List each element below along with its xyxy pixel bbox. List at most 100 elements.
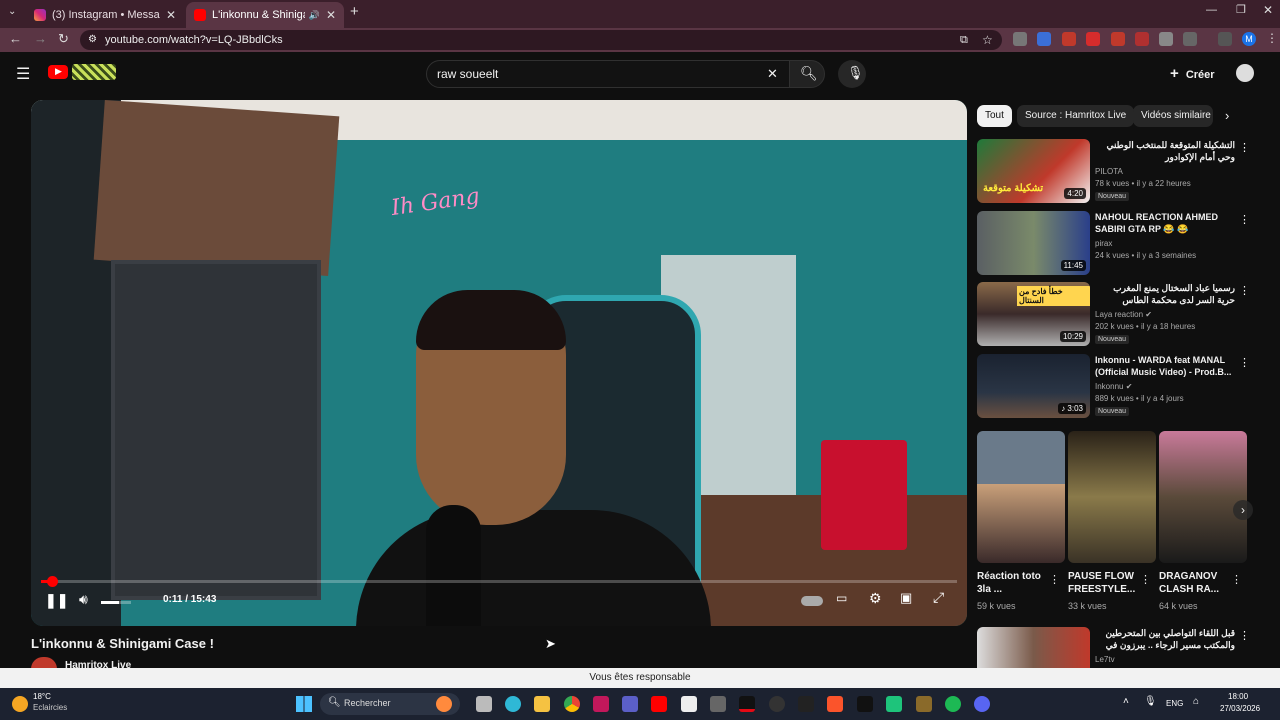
search-button[interactable]: 🔍︎ xyxy=(789,60,825,88)
volume-icon[interactable]: 🔊︎ xyxy=(79,591,88,608)
temperature[interactable]: 18°C xyxy=(33,692,51,701)
short-thumbnail[interactable] xyxy=(1068,431,1156,563)
short-thumbnail[interactable] xyxy=(977,431,1065,563)
video-player[interactable]: Ih Gang ❚❚ 🔊︎ 0:11 / 15:43 ▭ ⚙ ▣ ⤢ xyxy=(31,100,967,626)
search-input[interactable]: raw soueelt ✕ xyxy=(426,60,790,88)
clock-date[interactable]: 27/03/2026 xyxy=(1220,704,1260,713)
discord-icon[interactable] xyxy=(974,696,990,712)
short-thumbnail[interactable] xyxy=(1159,431,1247,563)
maximize-button[interactable]: ❐ xyxy=(1236,3,1246,16)
windows-start-icon[interactable] xyxy=(296,696,312,712)
more-actions-icon[interactable]: ⋮ xyxy=(1239,629,1247,642)
netflix-icon[interactable] xyxy=(739,696,755,712)
brave-icon[interactable] xyxy=(827,696,843,712)
tab-search-icon[interactable]: ⌄ xyxy=(8,6,16,17)
site-info-icon[interactable]: ⚙ xyxy=(88,30,97,50)
recommendation-item[interactable]: خطأ فادح من السنتال 10:29 رسميا عباد الس… xyxy=(977,282,1250,348)
weather-icon[interactable] xyxy=(12,696,28,712)
short-title[interactable]: PAUSE FLOW FREESTYLE... xyxy=(1068,570,1148,596)
extension-icon[interactable] xyxy=(1111,32,1125,46)
volume-slider[interactable] xyxy=(101,601,131,604)
clock-time[interactable]: 18:00 xyxy=(1228,692,1248,701)
more-actions-icon[interactable]: ⋮ xyxy=(1239,356,1250,369)
extension-icon[interactable] xyxy=(1159,32,1173,46)
file-explorer-icon[interactable] xyxy=(534,696,550,712)
taskbar-app-icon[interactable] xyxy=(857,696,873,712)
extensions-puzzle-icon[interactable] xyxy=(1183,32,1197,46)
minimize-button[interactable]: — xyxy=(1206,4,1217,16)
shorts-next-icon[interactable]: › xyxy=(1233,500,1253,520)
reading-list-icon[interactable] xyxy=(1218,32,1232,46)
more-actions-icon[interactable]: ⋮ xyxy=(1140,573,1151,586)
doodle-logo[interactable] xyxy=(72,64,116,80)
tray-mic-icon[interactable]: 🎙︎ xyxy=(1144,696,1157,707)
clear-search-icon[interactable]: ✕ xyxy=(767,61,778,87)
recommendation-item[interactable]: ♪ 3:03 Inkonnu - WARDA feat MANAL (Offic… xyxy=(977,354,1250,420)
account-avatar[interactable] xyxy=(1236,64,1254,82)
edge-icon[interactable] xyxy=(505,696,521,712)
taskbar-app-icon[interactable] xyxy=(916,696,932,712)
reload-icon[interactable]: ↻ xyxy=(58,31,69,47)
new-badge: Nouveau xyxy=(1095,335,1130,344)
tray-network-icon[interactable]: ⌂ xyxy=(1193,696,1199,707)
scrubber-handle[interactable] xyxy=(46,576,58,587)
tab-youtube[interactable]: L'inkonnu & Shinigami Case 🔊 ✕ xyxy=(186,2,344,28)
address-bar[interactable]: ⚙ youtube.com/watch?v=LQ-JBbdlCks ⧉ ☆ xyxy=(80,30,1002,50)
bookmark-star-icon[interactable]: ☆ xyxy=(982,30,993,50)
progress-bar[interactable] xyxy=(41,576,957,587)
forward-icon[interactable]: → xyxy=(34,31,47,46)
chrome-icon[interactable] xyxy=(564,696,580,712)
spotify-icon[interactable] xyxy=(945,696,961,712)
close-tab-icon[interactable]: ✕ xyxy=(326,8,336,22)
more-actions-icon[interactable]: ⋮ xyxy=(1239,213,1250,226)
chips-next-icon[interactable]: › xyxy=(1225,108,1229,123)
profile-avatar[interactable]: M xyxy=(1242,32,1256,46)
close-tab-icon[interactable]: ✕ xyxy=(166,8,176,22)
fullscreen-icon[interactable]: ⤢ xyxy=(933,589,944,606)
extension-icon[interactable] xyxy=(1062,32,1076,46)
more-actions-icon[interactable]: ⋮ xyxy=(1239,284,1250,297)
new-tab-button[interactable]: + xyxy=(350,3,359,20)
taskbar-app-icon[interactable] xyxy=(710,696,726,712)
more-actions-icon[interactable]: ⋮ xyxy=(1239,141,1250,154)
github-icon[interactable] xyxy=(769,696,785,712)
create-button[interactable]: + Créer xyxy=(1160,60,1225,88)
short-title[interactable]: Réaction toto 3la ... xyxy=(977,570,1057,596)
extension-icon[interactable] xyxy=(1086,32,1100,46)
youtube-app-icon[interactable] xyxy=(651,696,667,712)
more-actions-icon[interactable]: ⋮ xyxy=(1231,573,1242,586)
taskbar-app-icon[interactable] xyxy=(681,696,697,712)
teams-icon[interactable] xyxy=(622,696,638,712)
more-actions-icon[interactable]: ⋮ xyxy=(1049,573,1060,586)
hamburger-menu-icon[interactable]: ☰ xyxy=(16,64,30,84)
autoplay-toggle[interactable] xyxy=(801,596,823,606)
subtitles-icon[interactable]: ▭ xyxy=(836,591,847,605)
chip-source[interactable]: Source : Hamritox Live xyxy=(1017,105,1135,127)
settings-gear-icon[interactable]: ⚙ xyxy=(869,590,882,607)
recommendation-item[interactable]: تشكيلة متوقعة 4:20 التشكيلة المتوقعة للم… xyxy=(977,139,1250,205)
install-app-icon[interactable]: ⧉ xyxy=(960,30,968,50)
tab-instagram[interactable]: (3) Instagram • Messages ✕ xyxy=(26,2,184,28)
taskbar-app-icon[interactable] xyxy=(593,696,609,712)
taskbar-copilot-icon[interactable] xyxy=(436,696,452,712)
task-view-icon[interactable] xyxy=(476,696,492,712)
back-icon[interactable]: ← xyxy=(9,31,22,46)
language-indicator[interactable]: ENG xyxy=(1166,699,1183,708)
chip-all[interactable]: Tout xyxy=(977,105,1012,127)
voice-search-button[interactable]: 🎙︎ xyxy=(838,60,866,88)
pause-icon[interactable]: ❚❚ xyxy=(45,592,68,609)
extension-icon[interactable] xyxy=(1135,32,1149,46)
audio-playing-icon[interactable]: 🔊 xyxy=(309,10,320,21)
tray-chevron-icon[interactable]: ˄ xyxy=(1123,696,1129,707)
miniplayer-icon[interactable]: ▣ xyxy=(900,590,912,606)
short-title[interactable]: DRAGANOV CLASH RA... xyxy=(1159,570,1239,596)
extension-icon[interactable] xyxy=(1037,32,1051,46)
recommendation-item[interactable]: قبل اللقاء التواصلي بين المتحرطين والمكت… xyxy=(977,627,1247,668)
taskbar-app-icon[interactable] xyxy=(886,696,902,712)
close-window-button[interactable]: ✕ xyxy=(1263,3,1273,17)
recommendation-item[interactable]: 11:45 NAHOUL REACTION AHMED SABIRI GTA R… xyxy=(977,211,1250,277)
browser-menu-icon[interactable]: ⋮ xyxy=(1266,31,1278,45)
extension-icon[interactable] xyxy=(1013,32,1027,46)
chip-related[interactable]: Vidéos similaire xyxy=(1133,105,1213,127)
taskbar-app-icon[interactable] xyxy=(798,696,814,712)
